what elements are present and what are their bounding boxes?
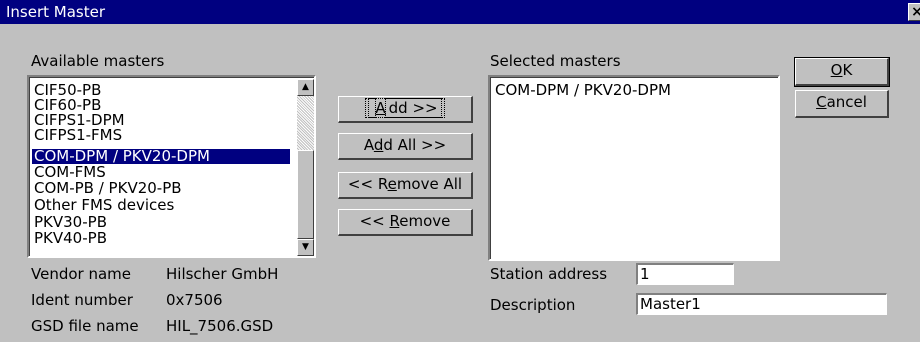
selected-masters-list[interactable]: COM-DPM / PKV20-DPM xyxy=(488,75,780,261)
gsd-file-name-label: GSD file name xyxy=(31,317,139,335)
add-button[interactable]: Add >> xyxy=(338,96,473,123)
cancel-button[interactable]: Cancel xyxy=(795,90,889,118)
scroll-down-icon[interactable]: ▼ xyxy=(297,239,314,256)
list-item[interactable]: Other FMS devices xyxy=(32,198,174,213)
description-label: Description xyxy=(490,296,576,314)
list-item[interactable]: CIFPS1-FMS xyxy=(32,128,122,143)
list-item[interactable]: COM-FMS xyxy=(32,165,106,180)
remove-all-button[interactable]: << Remove All xyxy=(338,172,473,199)
vendor-name-value: Hilscher GmbH xyxy=(166,265,279,283)
list-item[interactable]: PKV30-PB xyxy=(32,215,107,230)
ok-button[interactable]: OK xyxy=(794,57,890,87)
ident-number-label: Ident number xyxy=(31,291,133,309)
list-item[interactable]: PKV40-PB xyxy=(32,231,107,246)
available-masters-label: Available masters xyxy=(31,52,165,70)
vendor-name-label: Vendor name xyxy=(31,265,132,283)
gsd-file-name-value: HIL_7506.GSD xyxy=(166,317,274,335)
ident-number-value: 0x7506 xyxy=(166,291,223,309)
list-item[interactable]: COM-DPM / PKV20-DPM xyxy=(493,83,671,98)
selected-masters-label: Selected masters xyxy=(490,52,621,70)
scrollbar-thumb[interactable] xyxy=(297,150,314,239)
title-bar[interactable]: Insert Master × xyxy=(0,0,920,24)
vertical-scrollbar[interactable]: ▲ ▼ xyxy=(297,79,314,256)
available-masters-list[interactable]: CIF50-PB CIF60-PB CIFPS1-DPM CIFPS1-FMS … xyxy=(27,75,316,258)
station-address-input[interactable]: 1 xyxy=(636,263,734,285)
close-icon[interactable]: × xyxy=(908,3,920,21)
scroll-up-icon[interactable]: ▲ xyxy=(297,79,314,96)
remove-button[interactable]: << Remove xyxy=(338,209,473,236)
list-item-selected[interactable]: COM-DPM / PKV20-DPM xyxy=(32,149,290,164)
description-input[interactable]: Master1 xyxy=(636,293,887,315)
window-title: Insert Master xyxy=(6,3,106,21)
station-address-label: Station address xyxy=(490,265,608,283)
add-all-button[interactable]: Add All >> xyxy=(338,133,473,160)
list-item[interactable]: COM-PB / PKV20-PB xyxy=(32,181,182,196)
